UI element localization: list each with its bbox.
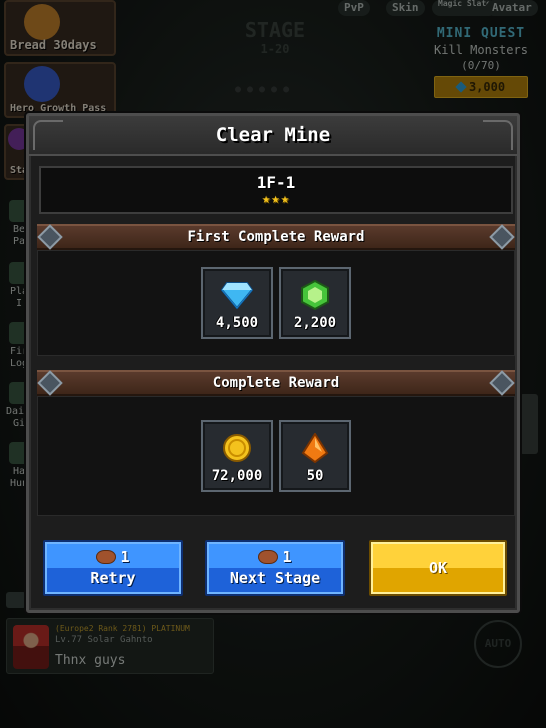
ornament-icon (33, 120, 63, 150)
reward-item[interactable]: 2,200 (279, 267, 351, 339)
section-header: Complete Reward (37, 370, 515, 396)
green-gem-icon (299, 279, 331, 311)
blue-diamond-icon (221, 279, 253, 311)
diamond-ornament-icon (489, 370, 515, 396)
reward-list: 72,000 50 (37, 396, 515, 516)
retry-button[interactable]: 1 Retry (43, 540, 183, 596)
star-rating-icon: ★★★ (261, 191, 291, 207)
reward-amount: 72,000 (211, 468, 263, 484)
dialog-header: Clear Mine (29, 116, 517, 156)
section-header: First Complete Reward (37, 224, 515, 250)
dialog-title: Clear Mine (215, 124, 331, 146)
bread-icon (96, 550, 117, 564)
next-stage-button[interactable]: 1 Next Stage (205, 540, 345, 596)
bread-cost: 1 (45, 547, 181, 567)
reward-item[interactable]: 50 (279, 420, 351, 492)
diamond-ornament-icon (489, 224, 515, 250)
complete-reward-section: Complete Reward 72,000 50 (37, 370, 515, 516)
retry-label: Retry (90, 569, 136, 587)
section-title: Complete Reward (212, 375, 340, 391)
reward-amount: 4,500 (215, 315, 259, 331)
reward-item[interactable]: 72,000 (201, 420, 273, 492)
bread-cost: 1 (207, 547, 343, 567)
ok-label: OK (428, 559, 448, 577)
diamond-ornament-icon (37, 370, 63, 396)
action-buttons: 1 Retry 1 Next Stage OK (43, 540, 509, 596)
gold-coin-icon (221, 432, 253, 464)
ornament-icon (483, 120, 513, 150)
first-complete-reward-section: First Complete Reward 4,500 2,200 (37, 224, 515, 356)
ok-button[interactable]: OK (369, 540, 507, 596)
section-title: First Complete Reward (187, 229, 365, 245)
reward-list: 4,500 2,200 (37, 250, 515, 356)
next-stage-label: Next Stage (229, 569, 321, 587)
diamond-ornament-icon (37, 224, 63, 250)
reward-amount: 2,200 (293, 315, 337, 331)
reward-amount: 50 (306, 468, 324, 484)
clear-mine-dialog: Clear Mine 1F-1 ★★★ First Complete Rewar… (26, 113, 520, 613)
orange-crystal-icon (299, 432, 331, 464)
bread-icon (258, 550, 279, 564)
stage-label: 1F-1 (256, 173, 296, 192)
reward-item[interactable]: 4,500 (201, 267, 273, 339)
stage-info: 1F-1 ★★★ (39, 166, 513, 214)
